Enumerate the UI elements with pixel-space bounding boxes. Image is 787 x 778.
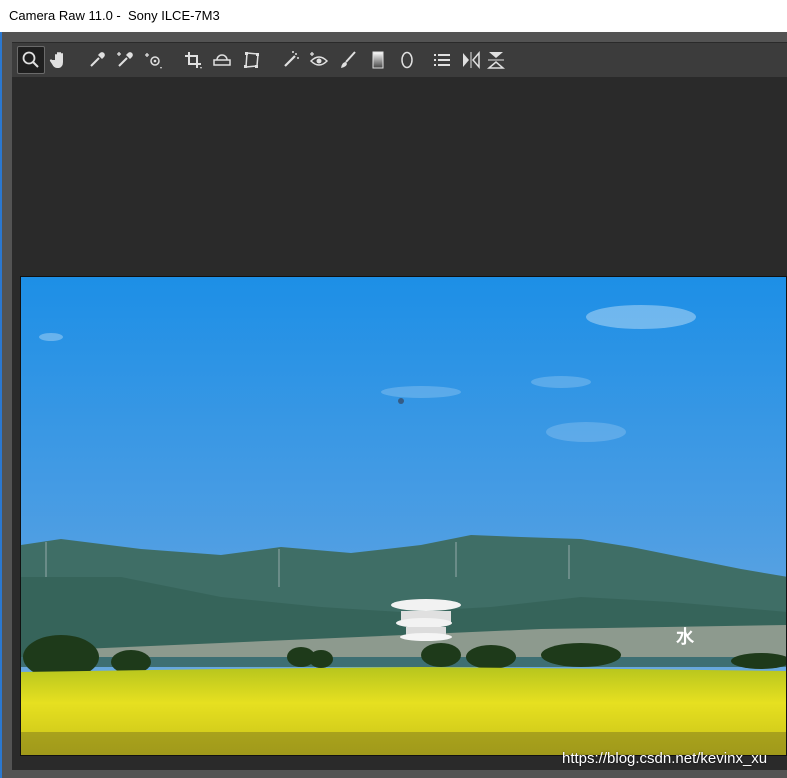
adjustment-brush-tool[interactable]	[334, 46, 362, 74]
landscape-photo: 水	[21, 277, 786, 755]
window-edge	[0, 32, 2, 778]
graduated-filter-icon	[372, 51, 384, 69]
spot-removal-tool[interactable]	[277, 46, 305, 74]
graduated-filter-tool[interactable]	[364, 46, 392, 74]
crop-tool[interactable]	[179, 46, 207, 74]
straighten-icon	[213, 54, 231, 66]
hand-icon	[49, 52, 63, 68]
tool-bar	[12, 42, 787, 77]
red-eye-icon	[309, 52, 329, 66]
zoom-tool[interactable]	[17, 46, 45, 74]
rotate-ccw-tool[interactable]	[457, 46, 485, 74]
red-eye-tool[interactable]	[305, 46, 333, 74]
straighten-tool[interactable]	[208, 46, 236, 74]
adjustment-brush-icon	[341, 51, 356, 68]
watermark: https://blog.csdn.net/kevinx_xu	[562, 750, 768, 767]
white-balance-tool[interactable]	[83, 46, 111, 74]
photo-preview[interactable]: 水	[20, 276, 787, 756]
color-sampler-tool[interactable]	[111, 46, 139, 74]
rotate-cw-tool[interactable]	[482, 46, 510, 74]
window-title: Camera Raw 11.0 - Sony ILCE-7M3	[0, 0, 787, 32]
spot-removal-icon	[284, 51, 299, 67]
color-sampler-icon	[117, 52, 133, 67]
preferences-icon	[434, 54, 450, 66]
rotate-ccw-icon	[463, 50, 480, 70]
white-balance-icon	[90, 52, 105, 67]
crop-icon	[185, 52, 202, 69]
hand-tool[interactable]	[46, 46, 74, 74]
zoom-icon	[22, 51, 39, 68]
preferences-tool[interactable]	[428, 46, 456, 74]
targeted-adjustment-icon	[145, 53, 162, 69]
transform-tool[interactable]	[238, 46, 266, 74]
transform-icon	[244, 52, 259, 68]
radial-filter-tool[interactable]	[393, 46, 421, 74]
targeted-adjustment-tool[interactable]	[140, 46, 168, 74]
rotate-cw-icon	[486, 52, 506, 69]
wall-character: 水	[676, 626, 695, 647]
radial-filter-icon	[401, 51, 413, 69]
